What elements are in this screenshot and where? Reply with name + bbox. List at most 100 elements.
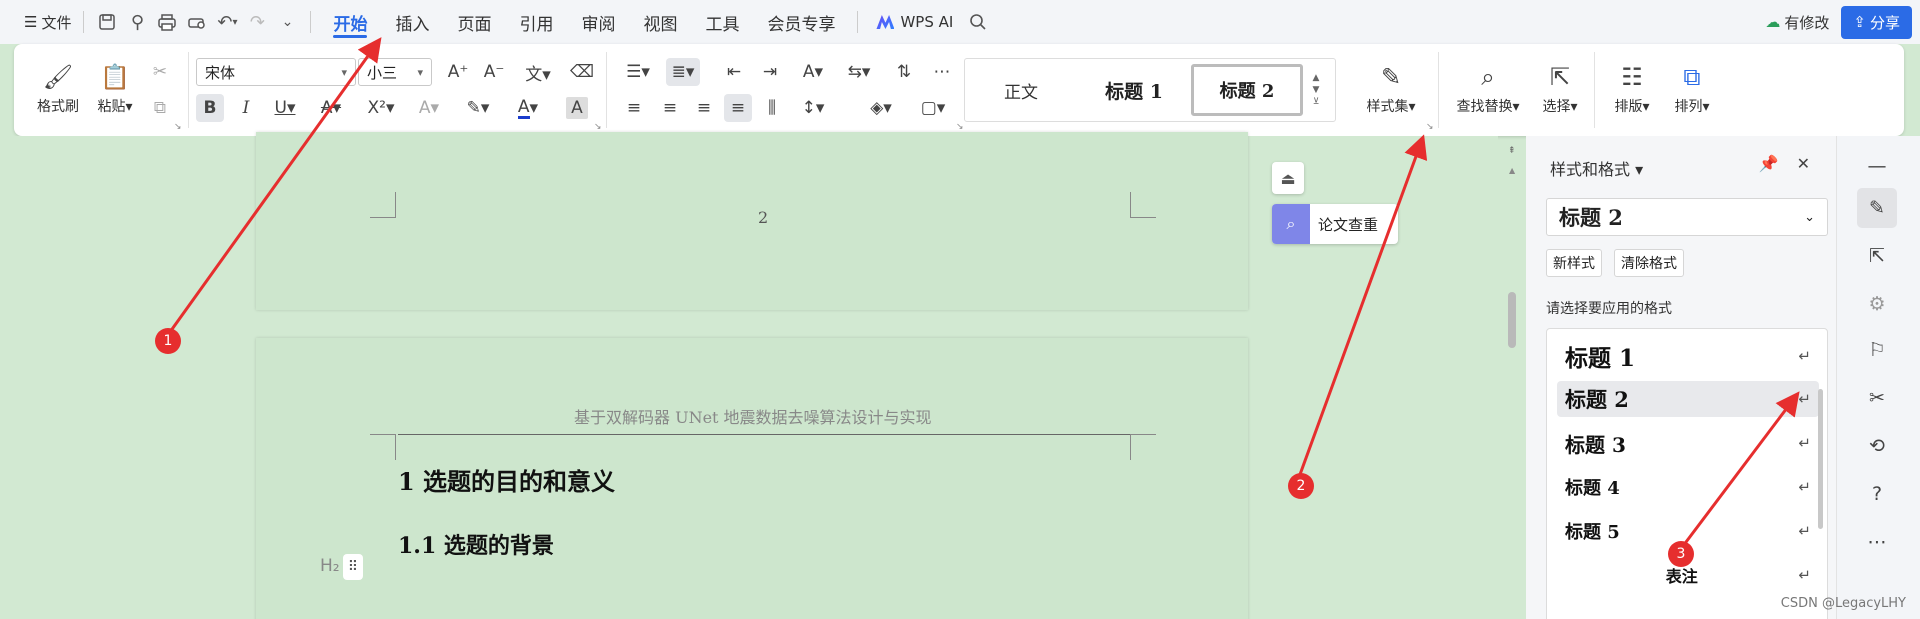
wps-ai-button[interactable]: WPS AI bbox=[866, 13, 963, 31]
select-cursor-icon[interactable]: ⇱ bbox=[1857, 236, 1897, 276]
text-direction-icon[interactable]: A▾ bbox=[794, 58, 832, 86]
align-left-icon[interactable]: ≡ bbox=[620, 94, 648, 122]
tab-insert[interactable]: 插入 bbox=[381, 0, 443, 44]
font-name-select[interactable]: 宋体 ▾ bbox=[196, 58, 356, 86]
adjust-icon[interactable]: ⚙ bbox=[1857, 284, 1897, 324]
print-icon[interactable] bbox=[152, 0, 182, 44]
layout-button[interactable]: ☷ 排版▾ bbox=[1604, 58, 1660, 120]
borders-icon[interactable]: ▢▾ bbox=[914, 94, 952, 122]
chevron-down-icon[interactable]: ▼ bbox=[1313, 85, 1320, 95]
select-button[interactable]: ⇱ 选择▾ bbox=[1532, 58, 1588, 120]
scroll-top-icon[interactable]: ⇞ bbox=[1508, 146, 1516, 156]
format-painter-button[interactable]: 🖌 格式刷 bbox=[30, 58, 86, 120]
plagiarism-check-button[interactable]: ⌕ 论文查重 bbox=[1272, 204, 1398, 244]
chevron-down-icon[interactable]: ⌄ bbox=[272, 0, 302, 44]
undo-icon[interactable]: ↶ ▾ bbox=[212, 0, 242, 44]
line-spacing-icon[interactable]: ↕▾ bbox=[794, 94, 832, 122]
style-edit-icon[interactable]: ✎ bbox=[1857, 188, 1897, 228]
style-normal[interactable]: 正文 bbox=[965, 64, 1077, 116]
tab-membership[interactable]: 会员专享 bbox=[753, 0, 849, 44]
clear-formatting-icon[interactable]: ⌫ bbox=[568, 58, 596, 86]
italic-button[interactable]: I bbox=[232, 94, 260, 122]
character-shading-icon[interactable]: A bbox=[566, 97, 588, 119]
style-set-button[interactable]: ✎ 样式集▾ bbox=[1356, 58, 1426, 120]
style-entry-heading-1[interactable]: 标题 1 ↵ bbox=[1557, 337, 1819, 375]
dialog-launcher-icon[interactable]: ↘ bbox=[174, 122, 182, 132]
heading-level-1[interactable]: 1 选题的目的和意义 bbox=[398, 462, 615, 497]
document-area[interactable]: 2 基于双解码器 UNet 地震数据去噪算法设计与实现 1 选题的目的和意义 1… bbox=[0, 132, 1498, 619]
style-pane-launcher-icon[interactable]: ↘ bbox=[1426, 122, 1434, 132]
style-entry-heading-2[interactable]: 标题 2 ↵ bbox=[1557, 381, 1819, 417]
shrink-font-icon[interactable]: A⁻ bbox=[480, 58, 508, 86]
file-menu[interactable]: ☰ 文件 bbox=[20, 0, 75, 44]
sort-icon[interactable]: ⇅ bbox=[890, 58, 918, 86]
bullet-list-icon[interactable]: ☰▾ bbox=[620, 58, 656, 86]
align-center-icon[interactable]: ≡ bbox=[656, 94, 684, 122]
share-button[interactable]: ⇪ 分享 bbox=[1841, 5, 1912, 39]
text-effect-icon[interactable]: A▾ bbox=[412, 94, 446, 122]
format-check-icon[interactable]: ⚐ bbox=[1857, 330, 1897, 370]
modified-status[interactable]: ☁ 有修改 bbox=[1765, 12, 1829, 33]
find-replace-button[interactable]: ⌕ 查找替换▾ bbox=[1448, 58, 1528, 120]
share-link-icon[interactable]: ⚲ bbox=[122, 0, 152, 44]
paragraph-shading-icon[interactable]: ◈▾ bbox=[862, 94, 900, 122]
align-right-icon[interactable]: ≡ bbox=[690, 94, 718, 122]
tab-home[interactable]: 开始 bbox=[319, 0, 381, 44]
underline-button[interactable]: U▾ bbox=[268, 94, 302, 122]
style-heading-1[interactable]: 标题 1 bbox=[1077, 64, 1191, 116]
style-list[interactable]: 标题 1 ↵ 标题 2 ↵ 标题 3 ↵ 标题 4 ↵ 标题 5 ↵ 表注 ↵ bbox=[1546, 328, 1828, 619]
style-heading-2[interactable]: 标题 2 bbox=[1191, 64, 1303, 116]
numbered-list-icon[interactable]: ≣▾ bbox=[666, 58, 700, 86]
new-style-button[interactable]: 新样式 bbox=[1546, 249, 1602, 277]
print-preview-icon[interactable] bbox=[182, 0, 212, 44]
highlight-icon[interactable]: ✎▾ bbox=[458, 94, 498, 122]
decrease-indent-icon[interactable]: ⇤ bbox=[720, 58, 748, 86]
style-entry-heading-3[interactable]: 标题 3 ↵ bbox=[1557, 425, 1819, 461]
more-icon[interactable]: ⋯ bbox=[1857, 522, 1897, 562]
drag-handle-icon[interactable]: ⠿ bbox=[343, 554, 363, 580]
help-icon[interactable]: ? bbox=[1857, 474, 1897, 514]
style-pane-title[interactable]: 样式和格式 ▾ bbox=[1550, 156, 1643, 180]
scrollbar-thumb[interactable] bbox=[1508, 292, 1516, 348]
close-icon[interactable]: ✕ bbox=[1797, 154, 1810, 173]
paste-button[interactable]: 📋 粘贴▾ bbox=[90, 58, 140, 120]
tab-references[interactable]: 引用 bbox=[505, 0, 567, 44]
expand-gallery-icon[interactable]: ⊻ bbox=[1313, 97, 1320, 107]
document-page[interactable]: 2 bbox=[256, 132, 1248, 310]
superscript-button[interactable]: X²▾ bbox=[362, 94, 400, 122]
cut-icon[interactable]: ✂ bbox=[146, 58, 174, 86]
heading-level-2[interactable]: 1.1 选题的背景 bbox=[398, 528, 554, 560]
chevron-up-icon[interactable]: ▲ bbox=[1313, 73, 1320, 83]
grow-font-icon[interactable]: A⁺ bbox=[444, 58, 472, 86]
clear-format-button[interactable]: 清除格式 bbox=[1614, 249, 1684, 277]
tab-review[interactable]: 审阅 bbox=[567, 0, 629, 44]
scroll-up-icon[interactable]: ▲ bbox=[1509, 166, 1515, 175]
arrange-button[interactable]: ⧉ 排列▾ bbox=[1664, 58, 1720, 120]
vertical-scrollbar[interactable]: ⇞ ▲ bbox=[1504, 140, 1522, 619]
backup-icon[interactable]: ⟲ bbox=[1857, 426, 1897, 466]
document-page[interactable]: 基于双解码器 UNet 地震数据去噪算法设计与实现 1 选题的目的和意义 1.1… bbox=[256, 338, 1248, 619]
style-entry-heading-4[interactable]: 标题 4 ↵ bbox=[1557, 469, 1819, 505]
copy-icon[interactable]: ⧉ bbox=[146, 94, 174, 122]
dialog-launcher-icon[interactable]: ↘ bbox=[956, 122, 964, 132]
collapse-toolbar-icon[interactable]: ⏏ bbox=[1272, 162, 1304, 194]
current-style-select[interactable]: 标题 2 ⌄ bbox=[1546, 198, 1828, 236]
show-marks-icon[interactable]: ⋯ bbox=[928, 58, 956, 86]
font-size-select[interactable]: 小三 ▾ bbox=[358, 58, 432, 86]
justify-icon[interactable]: ≡ bbox=[724, 94, 752, 122]
redo-icon[interactable]: ↷ bbox=[242, 0, 272, 44]
increase-indent-icon[interactable]: ⇥ bbox=[756, 58, 784, 86]
dialog-launcher-icon[interactable]: ↘ bbox=[594, 122, 602, 132]
tab-view[interactable]: 视图 bbox=[629, 0, 691, 44]
save-icon[interactable] bbox=[92, 0, 122, 44]
gallery-scroll[interactable]: ▲ ▼ ⊻ bbox=[1303, 73, 1329, 107]
page-header-text[interactable]: 基于双解码器 UNet 地震数据去噪算法设计与实现 bbox=[574, 404, 932, 428]
distributed-align-icon[interactable]: ⫼ bbox=[758, 94, 786, 122]
chinese-layout-icon[interactable]: ⇆▾ bbox=[842, 58, 876, 86]
strikethrough-button[interactable]: A▾ bbox=[314, 94, 348, 122]
style-list-scrollbar[interactable] bbox=[1818, 389, 1823, 529]
font-color-button[interactable]: A ▾ bbox=[508, 94, 548, 122]
tab-page[interactable]: 页面 bbox=[443, 0, 505, 44]
phonetic-guide-icon[interactable]: 文▾ bbox=[518, 58, 558, 86]
tools-icon[interactable]: ✂ bbox=[1857, 378, 1897, 418]
